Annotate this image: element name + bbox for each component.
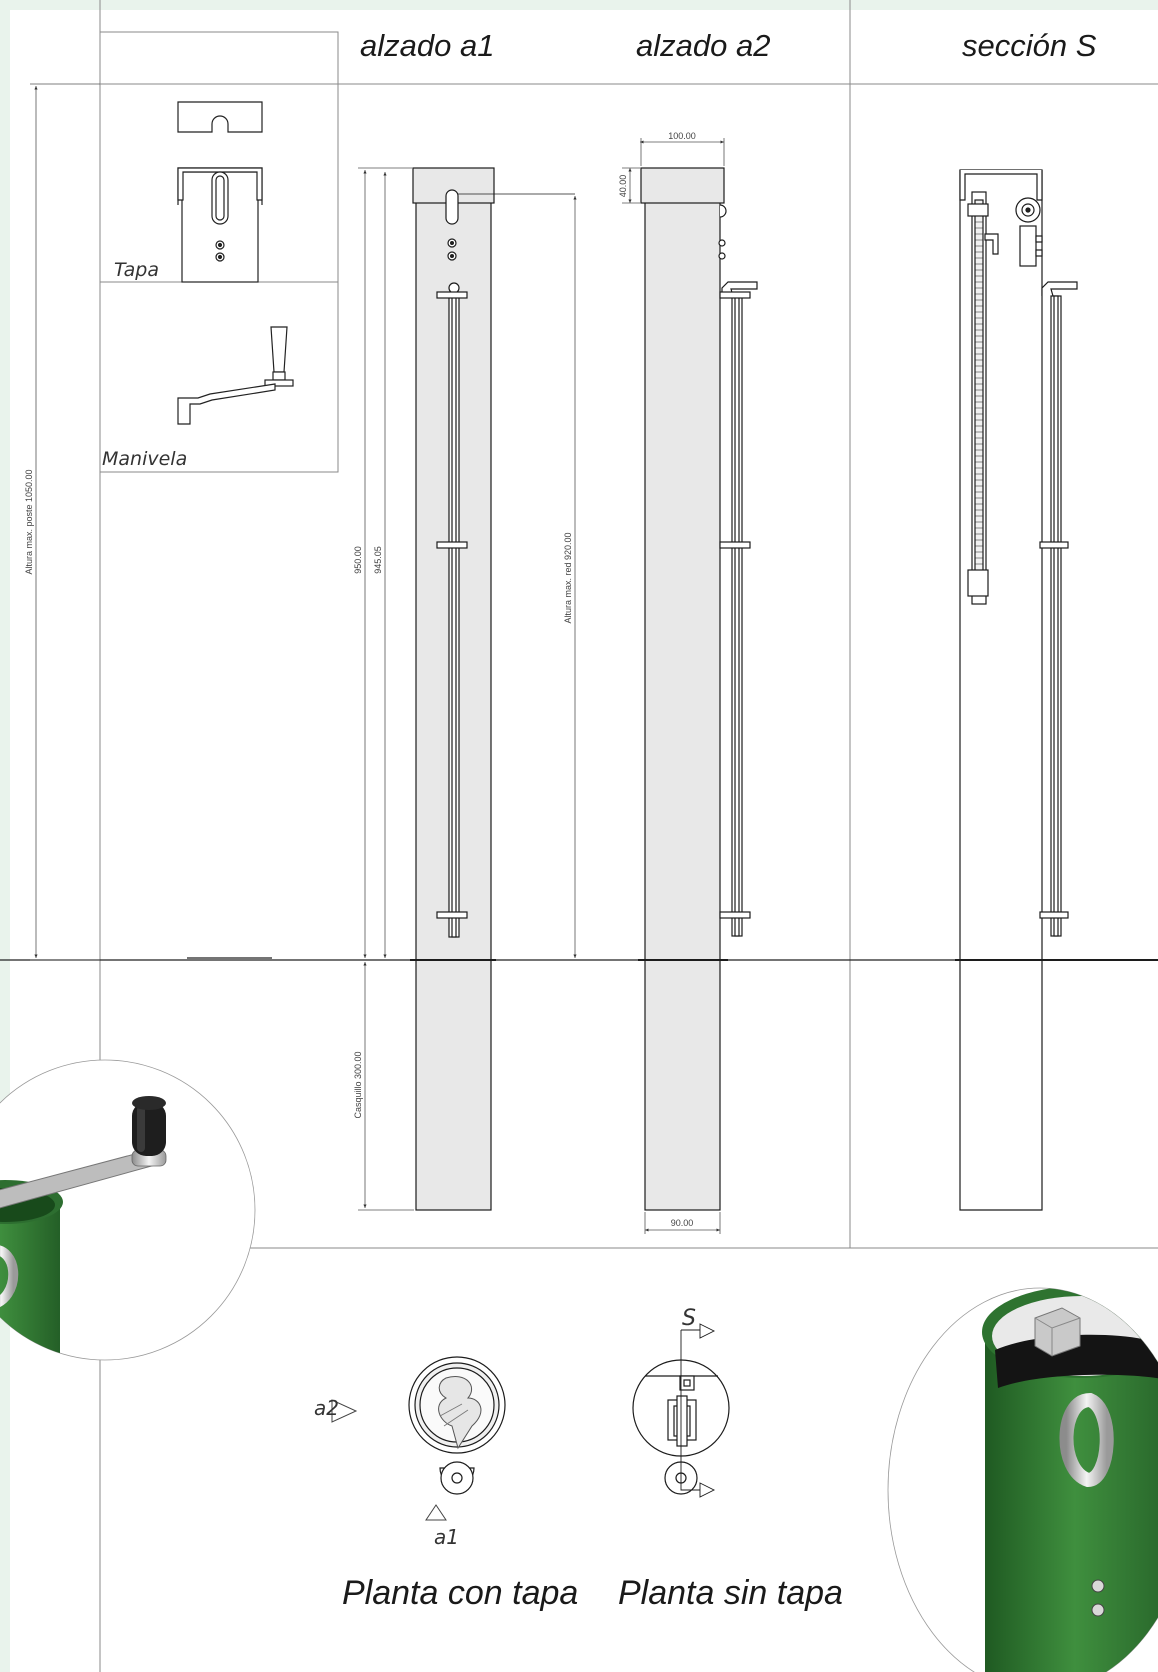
label-crank-detail: Manivela (102, 448, 188, 470)
title-elevation-a2: alzado a2 (636, 28, 771, 63)
title-plan-with-cap: Planta con tapa (342, 1574, 579, 1612)
dim-post-width: 90.00 (671, 1218, 694, 1228)
plan-with-cap (331, 1356, 506, 1521)
title-plan-without-cap: Planta sin tapa (618, 1574, 843, 1612)
technical-drawing-sheet: Altura max. poste 1050.00 950.00 945.05 … (0, 0, 1158, 1672)
dim-max-post-height: Altura max. poste 1050.00 (24, 469, 34, 574)
crank-detail (177, 326, 294, 425)
plan-without-cap (632, 1323, 730, 1498)
dimension-lines (30, 83, 725, 1234)
title-section-s: sección S (962, 28, 1097, 63)
marker-s: S (682, 1306, 696, 1331)
post-top-photo-inset (887, 1287, 1158, 1672)
dim-max-net-height: Altura max. red 920.00 (563, 532, 573, 623)
marker-a1: a1 (434, 1525, 459, 1549)
dim-cap-height: 40.00 (618, 175, 628, 198)
title-elevation-a1: alzado a1 (360, 28, 495, 63)
cap-detail (177, 101, 263, 283)
dim-height-945: 945.05 (373, 546, 383, 574)
dim-height-950: 950.00 (353, 546, 363, 574)
post-elevation-a2 (638, 167, 758, 1211)
post-elevation-a1 (410, 167, 575, 1211)
label-cap-detail: Tapa (114, 259, 159, 281)
marker-a2: a2 (314, 1396, 339, 1420)
crank-photo-inset (0, 1059, 256, 1361)
post-section-s (955, 169, 1158, 1211)
dim-sleeve-depth: Casquillo 300.00 (353, 1051, 363, 1118)
dim-cap-width: 100.00 (668, 131, 696, 141)
